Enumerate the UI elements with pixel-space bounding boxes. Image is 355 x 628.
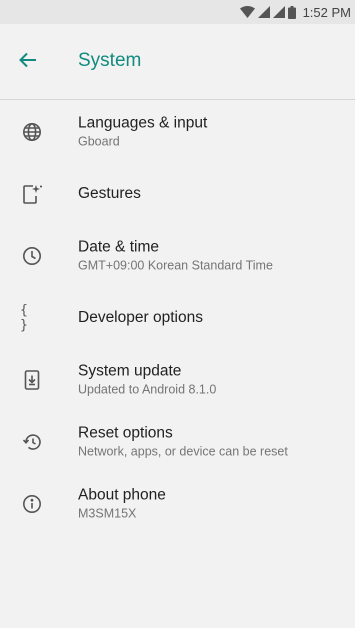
item-subtitle: Network, apps, or device can be reset bbox=[78, 444, 288, 459]
item-subtitle: GMT+09:00 Korean Standard Time bbox=[78, 258, 273, 273]
status-bar: 1:52 PM bbox=[0, 0, 355, 24]
list-item-reset-options[interactable]: Reset options Network, apps, or device c… bbox=[0, 411, 355, 473]
back-button[interactable] bbox=[14, 48, 42, 76]
list-item-about-phone[interactable]: About phone M3SM15X bbox=[0, 473, 355, 535]
info-icon bbox=[20, 492, 44, 516]
item-title: System update bbox=[78, 362, 182, 380]
list-item-languages-input[interactable]: Languages & input Gboard bbox=[0, 101, 355, 163]
item-title: Developer options bbox=[78, 309, 203, 326]
braces-glyph: { } bbox=[20, 303, 29, 333]
globe-icon bbox=[20, 120, 44, 144]
item-title: Reset options bbox=[78, 424, 173, 442]
list-item-gestures[interactable]: Gestures bbox=[0, 163, 355, 225]
item-title: Gestures bbox=[78, 185, 141, 202]
signal-icon bbox=[257, 6, 270, 18]
list-item-system-update[interactable]: System update Updated to Android 8.1.0 bbox=[0, 349, 355, 411]
braces-icon: { } bbox=[20, 303, 44, 333]
battery-icon bbox=[287, 5, 296, 19]
status-time: 1:52 PM bbox=[302, 4, 351, 20]
system-update-icon bbox=[20, 368, 44, 392]
clock-icon bbox=[20, 244, 44, 268]
item-subtitle: Gboard bbox=[78, 134, 120, 149]
item-title: Languages & input bbox=[78, 114, 208, 132]
list-item-date-time[interactable]: Date & time GMT+09:00 Korean Standard Ti… bbox=[0, 225, 355, 287]
restore-icon bbox=[20, 430, 44, 454]
page-title: System bbox=[78, 50, 142, 71]
signal-icon-secondary bbox=[272, 6, 285, 18]
item-subtitle: Updated to Android 8.1.0 bbox=[78, 382, 217, 397]
item-subtitle: M3SM15X bbox=[78, 506, 137, 521]
app-bar: System bbox=[0, 24, 355, 100]
settings-list: Languages & input Gboard Gestures Date &… bbox=[0, 101, 355, 535]
gestures-icon bbox=[20, 182, 44, 206]
list-item-developer-options[interactable]: { } Developer options bbox=[0, 287, 355, 349]
wifi-icon bbox=[239, 6, 255, 18]
item-title: About phone bbox=[78, 486, 166, 504]
arrow-back-icon bbox=[19, 52, 37, 73]
item-title: Date & time bbox=[78, 238, 159, 256]
